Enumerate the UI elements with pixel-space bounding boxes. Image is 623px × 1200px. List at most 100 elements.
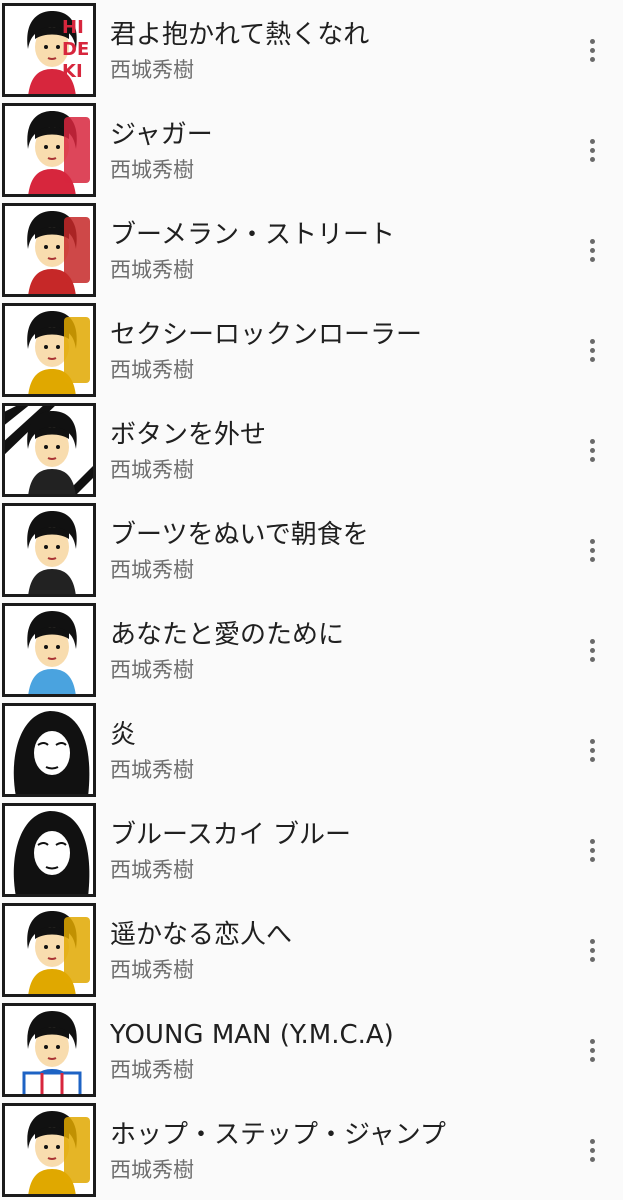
menu-dot bbox=[589, 1156, 595, 1162]
album-art bbox=[2, 503, 96, 597]
song-title: ブルースカイ ブルー bbox=[110, 820, 351, 850]
song-title: セクシーロックンローラー bbox=[110, 320, 423, 350]
album-art bbox=[2, 703, 96, 797]
song-title: ボタンを外せ bbox=[110, 420, 267, 450]
song-title: ホップ・ステップ・ジャンプ bbox=[110, 1120, 446, 1150]
song-artist: 西城秀樹 bbox=[110, 358, 194, 382]
menu-dot bbox=[589, 856, 595, 862]
song-row[interactable]: ブーメラン・ストリート西城秀樹 bbox=[0, 200, 623, 300]
song-artist: 西城秀樹 bbox=[110, 558, 194, 582]
menu-dot bbox=[589, 438, 595, 444]
album-art bbox=[2, 603, 96, 697]
svg-text:KI: KI bbox=[62, 61, 83, 82]
song-artist: 西城秀樹 bbox=[110, 258, 194, 282]
menu-dot bbox=[589, 956, 595, 962]
song-row[interactable]: 炎西城秀樹 bbox=[0, 700, 623, 800]
menu-dot bbox=[589, 238, 595, 244]
menu-dot bbox=[589, 1147, 595, 1153]
album-art bbox=[2, 803, 96, 897]
song-artist: 西城秀樹 bbox=[110, 758, 194, 782]
song-title: 炎 bbox=[110, 720, 137, 750]
menu-dot bbox=[589, 838, 595, 844]
menu-dot bbox=[589, 547, 595, 553]
menu-dot bbox=[589, 347, 595, 353]
menu-dot bbox=[589, 256, 595, 262]
menu-dot bbox=[589, 647, 595, 653]
song-title: 遥かなる恋人へ bbox=[110, 920, 293, 950]
more-vert-icon[interactable] bbox=[579, 330, 605, 370]
menu-dot bbox=[589, 656, 595, 662]
song-row[interactable]: ブーツをぬいで朝食を西城秀樹 bbox=[0, 500, 623, 600]
menu-dot bbox=[589, 947, 595, 953]
song-row[interactable]: あなたと愛のために西城秀樹 bbox=[0, 600, 623, 700]
menu-dot bbox=[589, 938, 595, 944]
menu-dot bbox=[589, 456, 595, 462]
song-title: ブーメラン・ストリート bbox=[110, 220, 395, 250]
album-art bbox=[2, 303, 96, 397]
menu-dot bbox=[589, 1038, 595, 1044]
song-title: ジャガー bbox=[110, 120, 213, 150]
song-artist: 西城秀樹 bbox=[110, 858, 194, 882]
album-art bbox=[2, 103, 96, 197]
svg-text:HI: HI bbox=[62, 17, 84, 38]
song-title: 君よ抱かれて熱くなれ bbox=[110, 20, 370, 50]
song-title: YOUNG MAN (Y.M.C.A) bbox=[110, 1020, 394, 1050]
song-row[interactable]: ジャガー 西城秀樹 bbox=[0, 100, 623, 200]
song-row[interactable]: ブルースカイ ブルー西城秀樹 bbox=[0, 800, 623, 900]
more-vert-icon[interactable] bbox=[579, 730, 605, 770]
song-artist: 西城秀樹 bbox=[110, 958, 194, 982]
menu-dot bbox=[589, 156, 595, 162]
more-vert-icon[interactable] bbox=[579, 30, 605, 70]
more-vert-icon[interactable] bbox=[579, 830, 605, 870]
menu-dot bbox=[589, 756, 595, 762]
song-list: HI DE KI 君よ抱かれて熱くなれ 西城秀樹 ジャガー 西城秀樹 ブーメラン・ストリート西… bbox=[0, 0, 623, 1200]
menu-dot bbox=[589, 338, 595, 344]
more-vert-icon[interactable] bbox=[579, 430, 605, 470]
album-art bbox=[2, 903, 96, 997]
svg-text:DE: DE bbox=[62, 39, 89, 60]
album-art bbox=[2, 403, 96, 497]
menu-dot bbox=[589, 556, 595, 562]
menu-dot bbox=[589, 356, 595, 362]
menu-dot bbox=[589, 47, 595, 53]
menu-dot bbox=[589, 638, 595, 644]
album-art: HI DE KI bbox=[2, 3, 96, 97]
more-vert-icon[interactable] bbox=[579, 230, 605, 270]
menu-dot bbox=[589, 1047, 595, 1053]
menu-dot bbox=[589, 447, 595, 453]
song-title: あなたと愛のために bbox=[110, 620, 345, 650]
song-row[interactable]: YOUNG MAN (Y.M.C.A) 西城秀樹 bbox=[0, 1000, 623, 1100]
more-vert-icon[interactable] bbox=[579, 1030, 605, 1070]
more-vert-icon[interactable] bbox=[579, 530, 605, 570]
song-row[interactable]: ホップ・ステップ・ジャンプ西城秀樹 bbox=[0, 1100, 623, 1200]
menu-dot bbox=[589, 1056, 595, 1062]
song-row[interactable]: HI DE KI 君よ抱かれて熱くなれ西城秀樹 bbox=[0, 0, 623, 100]
menu-dot bbox=[589, 847, 595, 853]
menu-dot bbox=[589, 38, 595, 44]
more-vert-icon[interactable] bbox=[579, 930, 605, 970]
album-art bbox=[2, 1103, 96, 1197]
menu-dot bbox=[589, 738, 595, 744]
menu-dot bbox=[589, 138, 595, 144]
menu-dot bbox=[589, 1138, 595, 1144]
album-art bbox=[2, 1003, 96, 1097]
song-row[interactable]: セクシーロックンローラー西城秀樹 bbox=[0, 300, 623, 400]
song-row[interactable]: 遥かなる恋人へ西城秀樹 bbox=[0, 900, 623, 1000]
song-row[interactable]: ボタンを外せ西城秀樹 bbox=[0, 400, 623, 500]
album-art bbox=[2, 203, 96, 297]
more-vert-icon[interactable] bbox=[579, 1130, 605, 1170]
menu-dot bbox=[589, 147, 595, 153]
menu-dot bbox=[589, 538, 595, 544]
song-artist: 西城秀樹 bbox=[110, 158, 194, 182]
song-title: ブーツをぬいで朝食を bbox=[110, 520, 369, 550]
menu-dot bbox=[589, 747, 595, 753]
menu-dot bbox=[589, 247, 595, 253]
song-artist: 西城秀樹 bbox=[110, 1058, 194, 1082]
song-artist: 西城秀樹 bbox=[110, 658, 194, 682]
menu-dot bbox=[589, 56, 595, 62]
more-vert-icon[interactable] bbox=[579, 630, 605, 670]
song-artist: 西城秀樹 bbox=[110, 58, 194, 82]
more-vert-icon[interactable] bbox=[579, 130, 605, 170]
song-artist: 西城秀樹 bbox=[110, 1158, 194, 1182]
song-artist: 西城秀樹 bbox=[110, 458, 194, 482]
